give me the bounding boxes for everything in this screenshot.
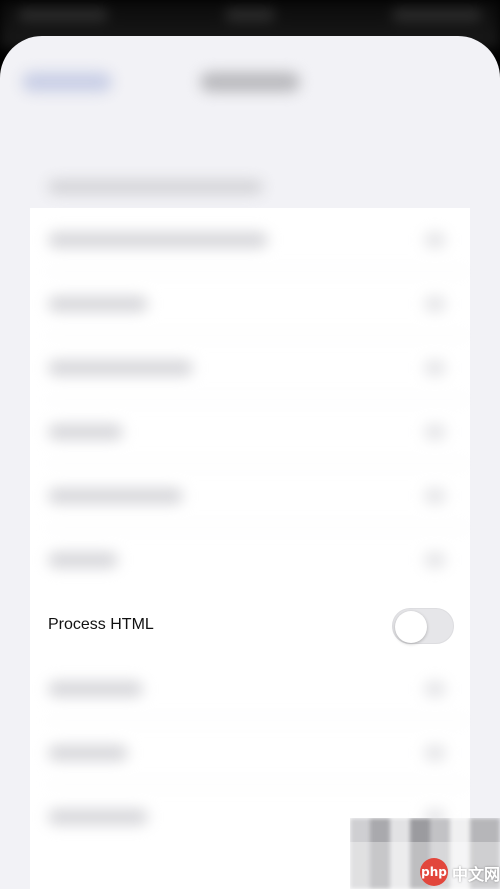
settings-row-label (48, 296, 148, 312)
chevron-right-icon (424, 424, 446, 440)
php-logo-icon: php (420, 858, 448, 886)
settings-row-label (48, 232, 268, 248)
process-html-toggle[interactable] (392, 608, 454, 644)
chevron-right-icon (424, 488, 446, 504)
status-icons-blur (392, 8, 482, 22)
chevron-right-icon (424, 745, 446, 761)
watermark: php 中文网 (350, 818, 500, 889)
settings-row[interactable] (30, 464, 470, 528)
section-header (48, 180, 263, 194)
screen: Process HTML php 中文网 (0, 0, 500, 889)
settings-row-label (48, 552, 118, 568)
chevron-right-icon (424, 360, 446, 376)
chevron-right-icon (424, 232, 446, 248)
status-time-blur (18, 8, 108, 22)
chevron-right-icon (424, 296, 446, 312)
process-html-label: Process HTML (48, 616, 154, 633)
settings-row-label (48, 809, 148, 825)
settings-row-label (48, 488, 183, 504)
settings-group (30, 208, 470, 889)
chevron-right-icon (424, 552, 446, 568)
settings-row-label (48, 681, 143, 697)
settings-row-label (48, 424, 123, 440)
status-notch-blur (225, 8, 275, 22)
process-html-row: Process HTML (30, 593, 470, 657)
settings-row-label (48, 360, 193, 376)
settings-sheet: Process HTML (0, 36, 500, 889)
nav-title (200, 72, 300, 92)
settings-row[interactable] (30, 336, 470, 400)
chevron-right-icon (424, 681, 446, 697)
settings-row[interactable] (30, 721, 470, 785)
settings-row[interactable] (30, 657, 470, 721)
settings-row[interactable] (30, 272, 470, 336)
settings-row-label (48, 745, 128, 761)
back-button[interactable] (22, 72, 112, 92)
toggle-knob[interactable] (395, 611, 427, 643)
settings-row[interactable] (30, 528, 470, 592)
watermark-text: 中文网 (452, 865, 500, 884)
settings-row[interactable] (30, 208, 470, 272)
settings-row[interactable] (30, 400, 470, 464)
